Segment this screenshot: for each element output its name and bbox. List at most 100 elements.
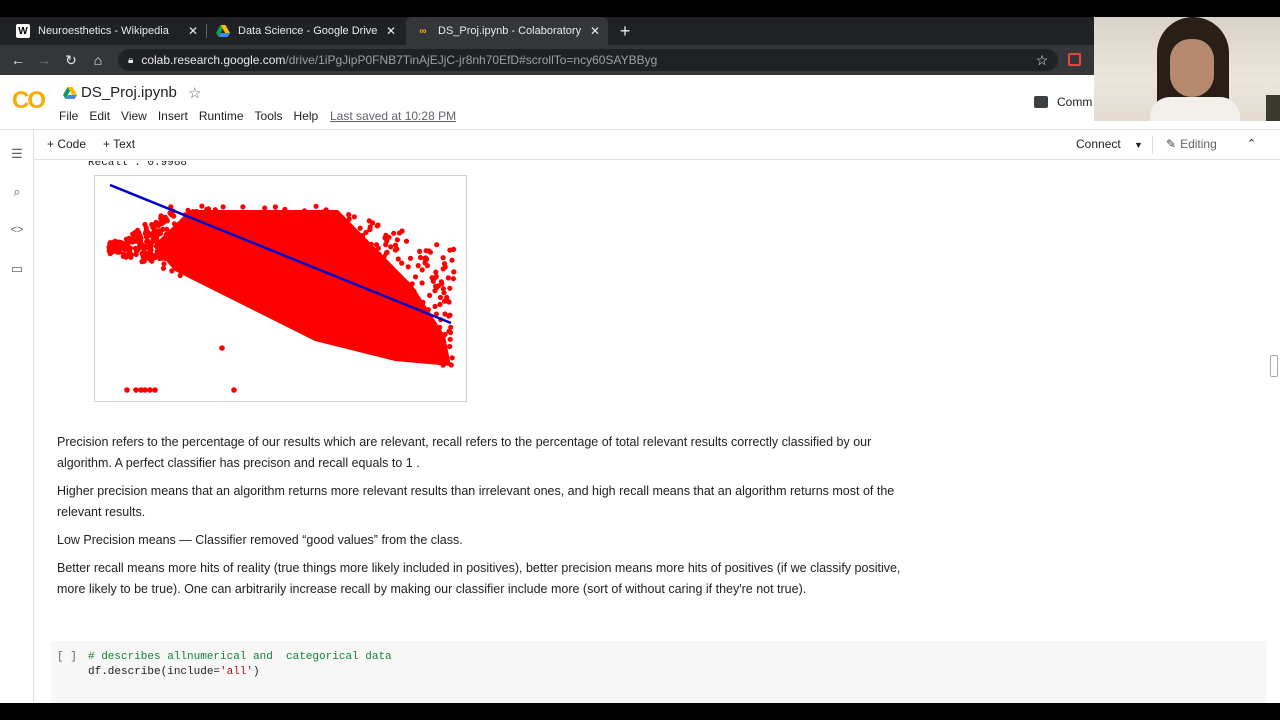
scatter-point [300, 231, 306, 237]
scatter-point [286, 281, 292, 287]
editing-button[interactable]: ✎ Editing [1166, 137, 1217, 151]
scatter-point [407, 341, 413, 347]
forward-arrow-icon[interactable]: → [34, 50, 54, 70]
scatter-point [440, 255, 446, 261]
scatter-point [263, 221, 269, 227]
menu-view[interactable]: View [121, 109, 147, 123]
scatter-point [263, 287, 269, 293]
scatter-point [212, 272, 218, 278]
scatter-point [212, 207, 218, 213]
code-line[interactable]: # describes allnumerical and categorical… [88, 651, 392, 663]
address-bar[interactable]: 🔒︎ colab.research.google.com /drive/1iPg… [118, 49, 1058, 71]
scatter-point [430, 278, 436, 284]
scatter-point [345, 313, 351, 319]
scatter-point [412, 348, 418, 355]
notebook-title[interactable]: DS_Proj.ipynb [81, 84, 177, 101]
tab-google-drive[interactable]: Data Science - Google Drive ✕ [206, 17, 404, 45]
scatter-point [230, 284, 236, 290]
scatter-point [152, 231, 159, 237]
scatter-point [240, 253, 246, 259]
scatter-point [348, 239, 354, 245]
scatter-point [295, 296, 302, 302]
scatter-point [391, 275, 398, 281]
google-drive-icon [63, 87, 77, 99]
scatter-point [419, 267, 425, 273]
scatter-point [221, 277, 227, 283]
scatter-point [309, 277, 315, 283]
colab-logo[interactable]: CO [12, 87, 46, 115]
colab-header: CO DS_Proj.ipynb ☆ File Edit View Insert… [0, 75, 1280, 130]
scatter-point [249, 295, 255, 301]
scatter-point [445, 275, 451, 281]
tab-wikipedia[interactable]: W Neuroesthetics - Wikipedia ✕ [6, 17, 206, 45]
extension-icon[interactable] [1068, 53, 1081, 66]
scatter-point [220, 204, 226, 210]
scatter-point [232, 276, 238, 282]
scatter-point [297, 270, 303, 276]
add-text-button[interactable]: + Text [103, 137, 135, 151]
home-icon[interactable]: ⌂ [88, 50, 108, 70]
close-icon[interactable]: ✕ [188, 24, 198, 38]
scatter-point [340, 244, 346, 250]
connect-button[interactable]: Connect ▼ [1076, 137, 1143, 151]
menu-insert[interactable]: Insert [158, 109, 188, 123]
menu-help[interactable]: Help [294, 109, 319, 123]
search-icon[interactable]: ⌕ [8, 183, 26, 201]
run-cell-prompt[interactable]: [ ] [57, 651, 77, 663]
tab-colab[interactable]: ∞ DS_Proj.ipynb - Colaboratory ✕ [406, 17, 608, 45]
close-icon[interactable]: ✕ [386, 24, 396, 38]
scatter-point [433, 283, 439, 289]
scatter-point [191, 233, 197, 239]
scatter-point [437, 324, 443, 330]
scatter-point [258, 220, 264, 226]
scrollbar-thumb[interactable] [1270, 355, 1278, 377]
scatter-point [282, 306, 288, 312]
menu-file[interactable]: File [59, 109, 78, 123]
comment-button[interactable]: Comm [1034, 95, 1092, 109]
files-folder-icon[interactable]: ▭ [8, 260, 26, 278]
back-arrow-icon[interactable]: ← [8, 50, 28, 70]
add-code-button[interactable]: + Code [47, 137, 86, 151]
scatter-outlier-point [147, 387, 153, 393]
scatter-point [387, 301, 393, 307]
menu-runtime[interactable]: Runtime [199, 109, 244, 123]
scatter-point [245, 281, 251, 287]
scatter-point [383, 232, 389, 238]
table-of-contents-icon[interactable]: ☰ [8, 145, 26, 163]
star-icon[interactable]: ☆ [188, 84, 201, 102]
scatter-point [390, 341, 397, 347]
scatter-point [430, 343, 436, 349]
code-line[interactable]: df.describe(include='all') [88, 666, 260, 678]
scatter-point [225, 213, 231, 219]
scatter-point [199, 203, 205, 209]
scatter-point [120, 253, 126, 259]
scatter-point [280, 299, 286, 305]
scatter-point [177, 272, 183, 279]
scatter-point [215, 214, 221, 220]
chevron-up-icon[interactable]: ⌃ [1247, 137, 1256, 150]
scatter-point [198, 263, 204, 269]
scatter-point [387, 310, 393, 316]
scatter-point [417, 248, 423, 254]
scatter-point [330, 217, 336, 223]
scatter-point [419, 329, 425, 335]
new-tab-button[interactable]: + [615, 21, 635, 41]
browser-tab-strip: W Neuroesthetics - Wikipedia ✕ Data Scie… [0, 17, 1280, 45]
bookmark-star-icon[interactable]: ☆ [1032, 50, 1052, 70]
code-cell[interactable]: [ ] # describes allnumerical and categor… [51, 641, 1267, 703]
code-snippets-icon[interactable]: <> [8, 221, 26, 239]
menu-edit[interactable]: Edit [89, 109, 110, 123]
last-saved-link[interactable]: Last saved at 10:28 PM [330, 109, 456, 123]
scatter-point [240, 287, 246, 293]
scatter-point [236, 227, 242, 233]
reload-icon[interactable]: ↻ [61, 50, 81, 70]
scatter-point [326, 318, 332, 324]
scatter-point [254, 282, 260, 288]
scatter-point [447, 336, 453, 342]
scatter-point [405, 316, 412, 322]
scatter-point [185, 207, 191, 213]
menu-tools[interactable]: Tools [255, 109, 283, 123]
scatter-point [378, 283, 384, 289]
close-icon[interactable]: ✕ [590, 24, 600, 38]
scatter-point [337, 317, 343, 323]
